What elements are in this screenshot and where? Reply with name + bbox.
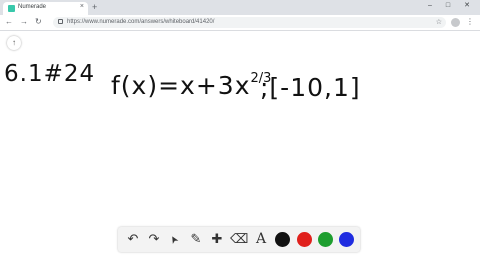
- browser-tab[interactable]: Numerade ×: [3, 2, 88, 15]
- url-input[interactable]: https://www.numerade.com/answers/whitebo…: [53, 17, 446, 28]
- eraser-icon[interactable]: ⌫: [230, 230, 248, 248]
- function-base: f(x)=x+3x: [111, 71, 251, 100]
- reload-icon[interactable]: ↻: [35, 16, 42, 28]
- forward-arrow-icon[interactable]: →: [20, 16, 28, 28]
- scroll-up-button[interactable]: ↑: [7, 36, 21, 50]
- title-bar: Numerade × + – □ ✕: [0, 0, 480, 15]
- new-tab-button[interactable]: +: [92, 2, 97, 12]
- url-text: https://www.numerade.com/answers/whitebo…: [67, 19, 215, 25]
- profile-avatar[interactable]: [451, 18, 460, 27]
- bookmark-star-icon[interactable]: ☆: [436, 17, 442, 28]
- menu-dots-icon[interactable]: ⋮: [466, 16, 474, 28]
- color-swatch-red[interactable]: [297, 232, 312, 247]
- lock-icon: [58, 19, 63, 24]
- color-swatch-blue[interactable]: [339, 232, 354, 247]
- text-tool-icon[interactable]: A: [252, 230, 270, 248]
- numerade-favicon-icon: [8, 5, 15, 12]
- back-arrow-icon[interactable]: ←: [5, 16, 13, 28]
- maximize-icon[interactable]: □: [441, 0, 455, 15]
- color-swatch-black[interactable]: [275, 232, 290, 247]
- problem-label: 6.1#24: [4, 61, 96, 87]
- interval-expression: ;[-10,1]: [260, 73, 361, 102]
- add-icon[interactable]: ✚: [208, 230, 226, 248]
- minimize-icon[interactable]: –: [423, 0, 437, 15]
- close-window-icon[interactable]: ✕: [460, 0, 474, 15]
- function-expression: f(x)=x+3x2/3: [111, 72, 271, 98]
- drawing-toolbar: ↶ ↷ ➤ ✎ ✚ ⌫ A: [118, 227, 360, 252]
- color-swatch-green[interactable]: [318, 232, 333, 247]
- pencil-icon[interactable]: ✎: [187, 230, 205, 248]
- pointer-icon[interactable]: ➤: [163, 227, 188, 252]
- tab-title: Numerade: [18, 4, 47, 10]
- undo-icon[interactable]: ↶: [124, 230, 142, 248]
- redo-icon[interactable]: ↷: [145, 230, 163, 248]
- tab-close-icon[interactable]: ×: [80, 3, 84, 10]
- address-bar-row: ← → ↻ https://www.numerade.com/answers/w…: [0, 15, 480, 31]
